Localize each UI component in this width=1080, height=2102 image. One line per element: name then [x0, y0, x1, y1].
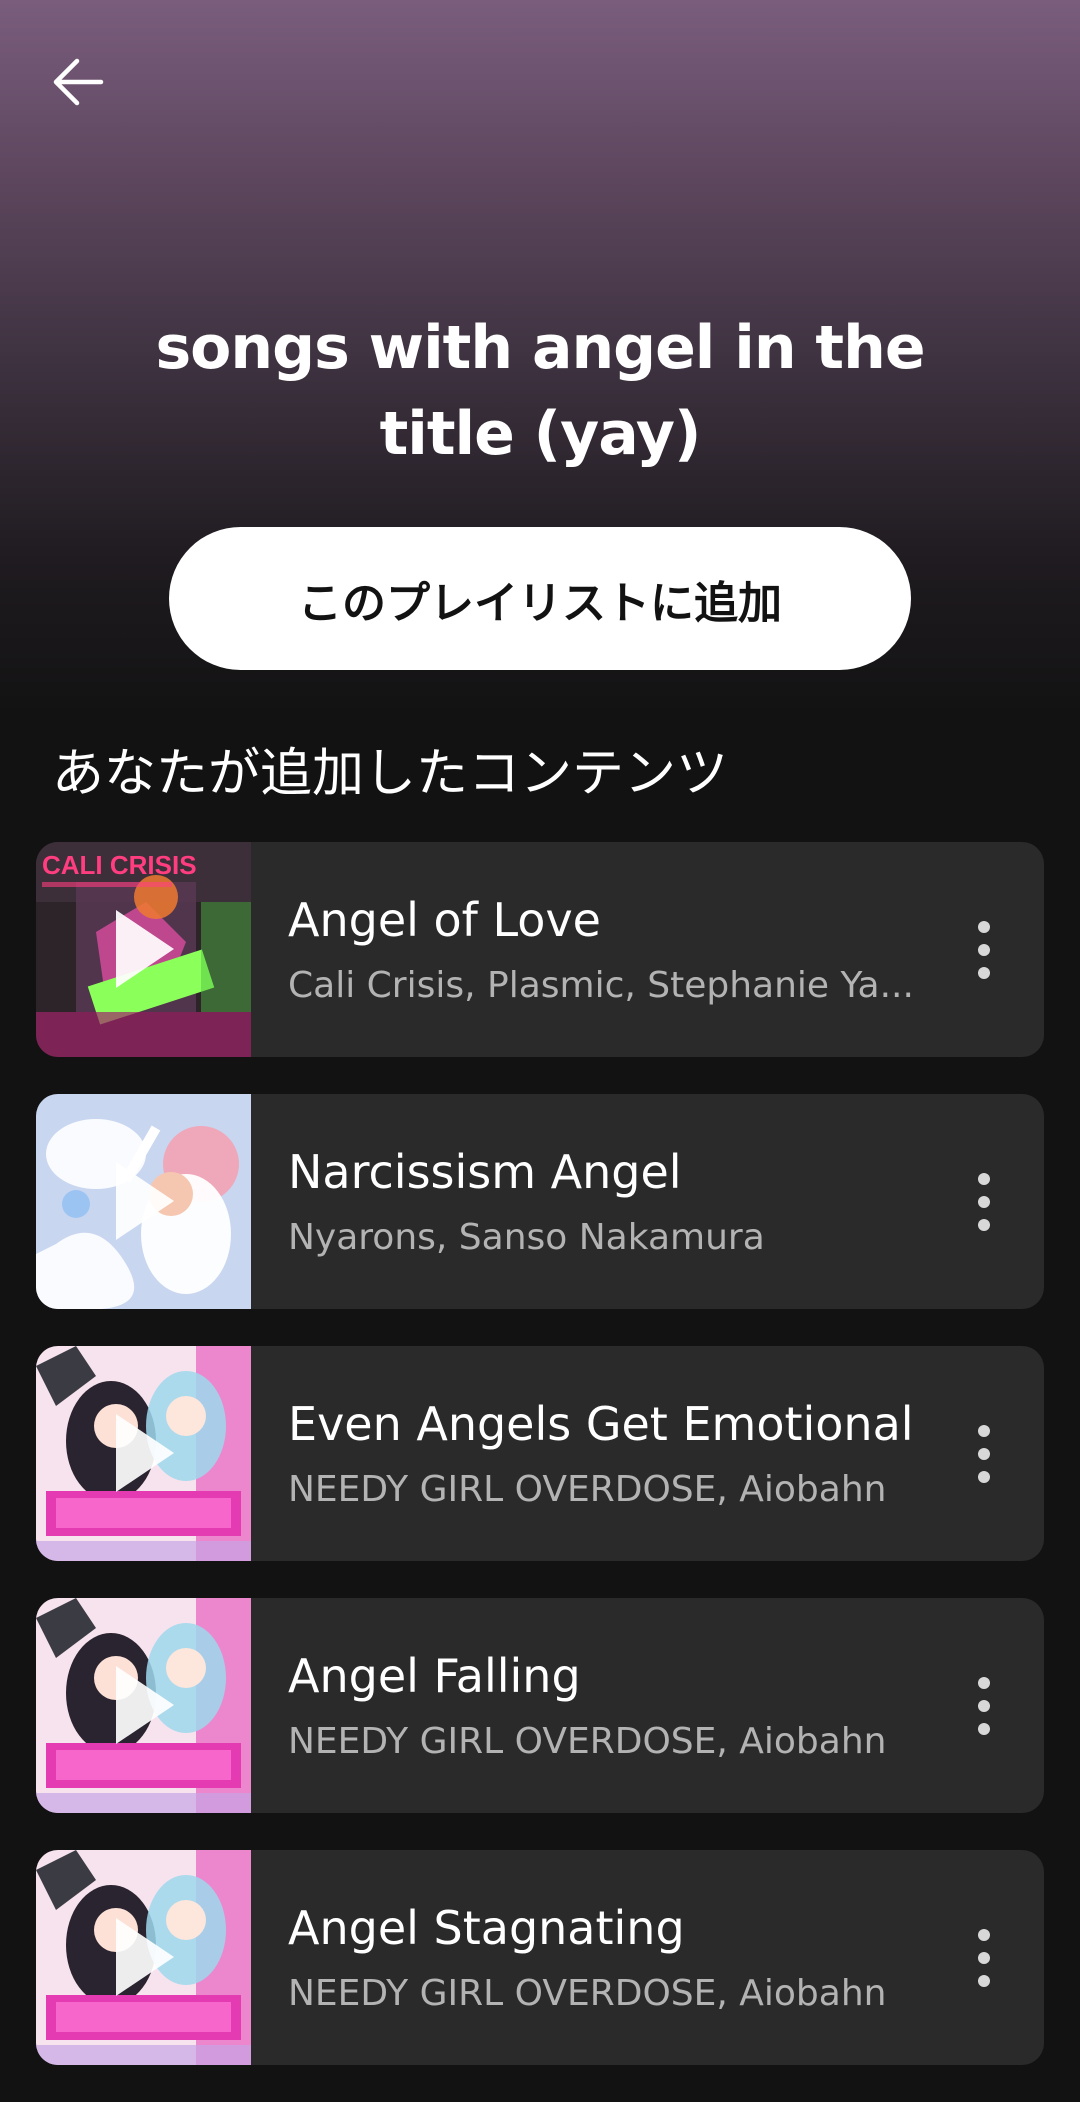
more-vertical-icon: [978, 1425, 990, 1483]
track-artists: Nyarons, Sanso Nakamura: [288, 1217, 765, 1258]
play-icon: [116, 1918, 174, 1996]
track-card[interactable]: Narcissism Angel Nyarons, Sanso Nakamura: [36, 1094, 1044, 1309]
track-card[interactable]: Angel Stagnating NEEDY GIRL OVERDOSE, Ai…: [36, 1850, 1044, 2065]
track-artists: NEEDY GIRL OVERDOSE, Aiobahn: [288, 1469, 887, 1510]
track-list: CALI CRISIS Angel of Love Cali Crisis, P…: [36, 842, 1044, 2102]
play-icon: [116, 1162, 174, 1240]
more-options-button[interactable]: [960, 1660, 1008, 1752]
track-artwork[interactable]: [36, 1850, 251, 2065]
more-vertical-icon: [978, 921, 990, 979]
track-card[interactable]: CALI CRISIS Angel of Love Cali Crisis, P…: [36, 842, 1044, 1057]
add-to-playlist-button[interactable]: このプレイリストに追加: [169, 527, 911, 670]
track-artists: NEEDY GIRL OVERDOSE, Aiobahn: [288, 1973, 887, 2014]
track-artwork[interactable]: [36, 1598, 251, 1813]
play-icon: [116, 910, 174, 988]
play-icon: [116, 1666, 174, 1744]
track-artists: NEEDY GIRL OVERDOSE, Aiobahn: [288, 1721, 887, 1762]
playlist-page: songs with angel in the title (yay) このプレ…: [0, 0, 1080, 2081]
album-art-label: CALI CRISIS: [42, 850, 197, 880]
play-icon: [116, 1414, 174, 1492]
track-artwork[interactable]: [36, 1094, 251, 1309]
track-artwork[interactable]: [36, 1346, 251, 1561]
track-card[interactable]: Even Angels Get Emotional NEEDY GIRL OVE…: [36, 1346, 1044, 1561]
track-title: Angel of Love: [288, 893, 601, 947]
track-artwork[interactable]: CALI CRISIS: [36, 842, 251, 1057]
track-card[interactable]: Angel Falling NEEDY GIRL OVERDOSE, Aioba…: [36, 1598, 1044, 1813]
track-title: Angel Stagnating: [288, 1901, 685, 1955]
arrow-left-icon: [53, 58, 104, 106]
section-heading: あなたが追加したコンテンツ: [52, 744, 729, 804]
more-options-button[interactable]: [960, 1912, 1008, 2004]
more-vertical-icon: [978, 1677, 990, 1735]
track-title: Angel Falling: [288, 1649, 581, 1703]
back-button[interactable]: [36, 40, 120, 124]
more-options-button[interactable]: [960, 1156, 1008, 1248]
more-vertical-icon: [978, 1929, 990, 1987]
playlist-title: songs with angel in the title (yay): [155, 313, 925, 469]
more-options-button[interactable]: [960, 904, 1008, 996]
track-title: Even Angels Get Emotional: [288, 1397, 914, 1451]
track-title: Narcissism Angel: [288, 1145, 682, 1199]
track-artists: Cali Crisis, Plasmic, Stephanie Ya...: [288, 965, 914, 1006]
more-vertical-icon: [978, 1173, 990, 1231]
more-options-button[interactable]: [960, 1408, 1008, 1500]
